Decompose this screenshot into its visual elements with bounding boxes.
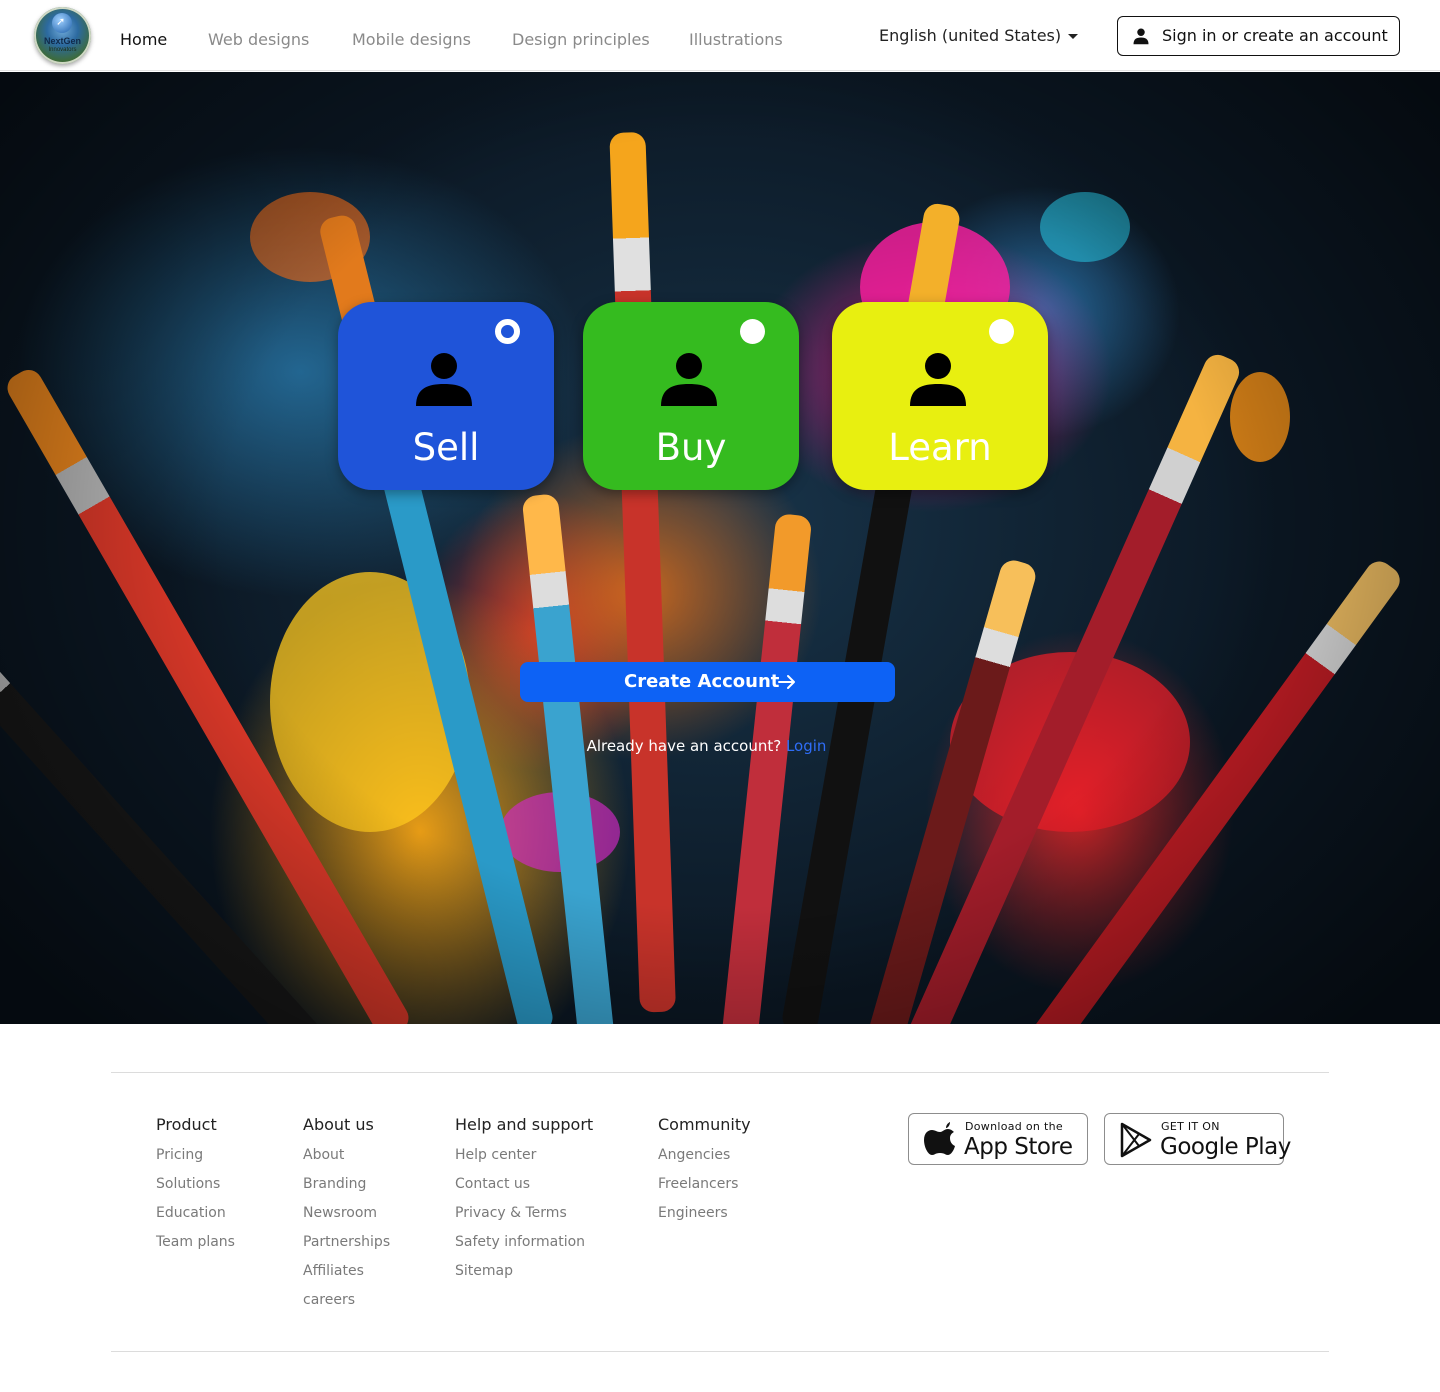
footer-link[interactable]: About	[303, 1145, 344, 1165]
footer-heading: Help and support	[455, 1115, 594, 1134]
signin-label: Sign in or create an account	[1162, 26, 1388, 45]
footer-link[interactable]: Pricing	[156, 1145, 203, 1165]
apple-icon	[924, 1122, 955, 1155]
card-label: Sell	[412, 426, 480, 469]
footer-link[interactable]: Freelancers	[658, 1174, 738, 1194]
play-store-icon	[1120, 1122, 1152, 1158]
footer-link[interactable]: Contact us	[455, 1174, 530, 1194]
login-link[interactable]: Login	[786, 737, 826, 755]
footer-link[interactable]: Angencies	[658, 1145, 730, 1165]
footer-link[interactable]: Privacy & Terms	[455, 1203, 567, 1223]
top-navbar: ➚ NextGen Innovators Home Web designs Mo…	[0, 0, 1440, 71]
arrow-right-icon	[778, 675, 795, 689]
user-icon	[416, 353, 472, 406]
nav-design-principles[interactable]: Design principles	[512, 29, 650, 51]
user-icon	[910, 353, 966, 406]
google-play-badge[interactable]: GET IT ON Google Play	[1104, 1113, 1291, 1165]
footer-link[interactable]: careers	[303, 1290, 355, 1310]
logo-text: NextGen	[43, 36, 81, 46]
footer-link[interactable]: Education	[156, 1203, 226, 1223]
radio-icon[interactable]	[740, 319, 765, 344]
nav-illustrations[interactable]: Illustrations	[689, 29, 783, 51]
role-card-buy[interactable]: Buy	[583, 302, 799, 490]
user-icon	[1133, 28, 1149, 45]
card-label: Learn	[888, 426, 992, 469]
login-prompt: Already have an account? Login	[0, 736, 1413, 756]
radio-icon[interactable]	[989, 319, 1014, 344]
footer-link[interactable]: Solutions	[156, 1174, 220, 1194]
store-big-text: App Store	[964, 1134, 1073, 1160]
footer-link[interactable]: Team plans	[156, 1232, 235, 1252]
store-small-text: Download on the	[965, 1120, 1063, 1133]
arrow-glyph: ➚	[56, 15, 66, 28]
nav-web-designs[interactable]: Web designs	[208, 29, 309, 51]
signin-button[interactable]: Sign in or create an account	[1117, 16, 1400, 56]
login-prompt-text: Already have an account?	[586, 737, 782, 755]
card-label: Buy	[655, 426, 727, 469]
footer-link[interactable]: Branding	[303, 1174, 366, 1194]
paint-brushes-background	[0, 72, 1440, 1024]
role-card-sell[interactable]: Sell	[338, 302, 554, 490]
logo-subtext: Innovators	[48, 47, 77, 53]
footer-heading: Product	[156, 1115, 217, 1134]
nav-home[interactable]: Home	[120, 29, 167, 51]
app-store-badge[interactable]: Download on the App Store	[908, 1113, 1088, 1165]
create-account-button[interactable]: Create Account	[520, 662, 895, 702]
store-small-text: GET IT ON	[1161, 1120, 1220, 1133]
nav-mobile-designs[interactable]: Mobile designs	[352, 29, 471, 51]
footer-heading: Community	[658, 1115, 751, 1134]
footer-link[interactable]: Safety information	[455, 1232, 585, 1252]
footer-link[interactable]: Newsroom	[303, 1203, 377, 1223]
user-icon	[661, 353, 717, 406]
footer-link[interactable]: Engineers	[658, 1203, 728, 1223]
footer-divider-top	[111, 1072, 1329, 1073]
footer-link[interactable]: Sitemap	[455, 1261, 513, 1281]
footer-link[interactable]: Partnerships	[303, 1232, 390, 1252]
footer-link[interactable]: Help center	[455, 1145, 536, 1165]
create-account-label: Create Account	[624, 671, 780, 692]
footer-heading: About us	[303, 1115, 374, 1134]
store-big-text: Google Play	[1160, 1134, 1291, 1160]
footer-divider-bottom	[111, 1351, 1329, 1352]
language-label: English (united States)	[879, 26, 1062, 45]
footer-link[interactable]: Affiliates	[303, 1261, 364, 1281]
radio-selected-icon[interactable]	[495, 319, 520, 344]
role-card-learn[interactable]: Learn	[832, 302, 1048, 490]
hero-section: Sell Buy Learn Create Account Already ha…	[0, 72, 1440, 1024]
vignette	[0, 72, 1440, 1024]
logo[interactable]: ➚ NextGen Innovators	[34, 7, 91, 64]
caret-down-icon	[1068, 34, 1078, 39]
